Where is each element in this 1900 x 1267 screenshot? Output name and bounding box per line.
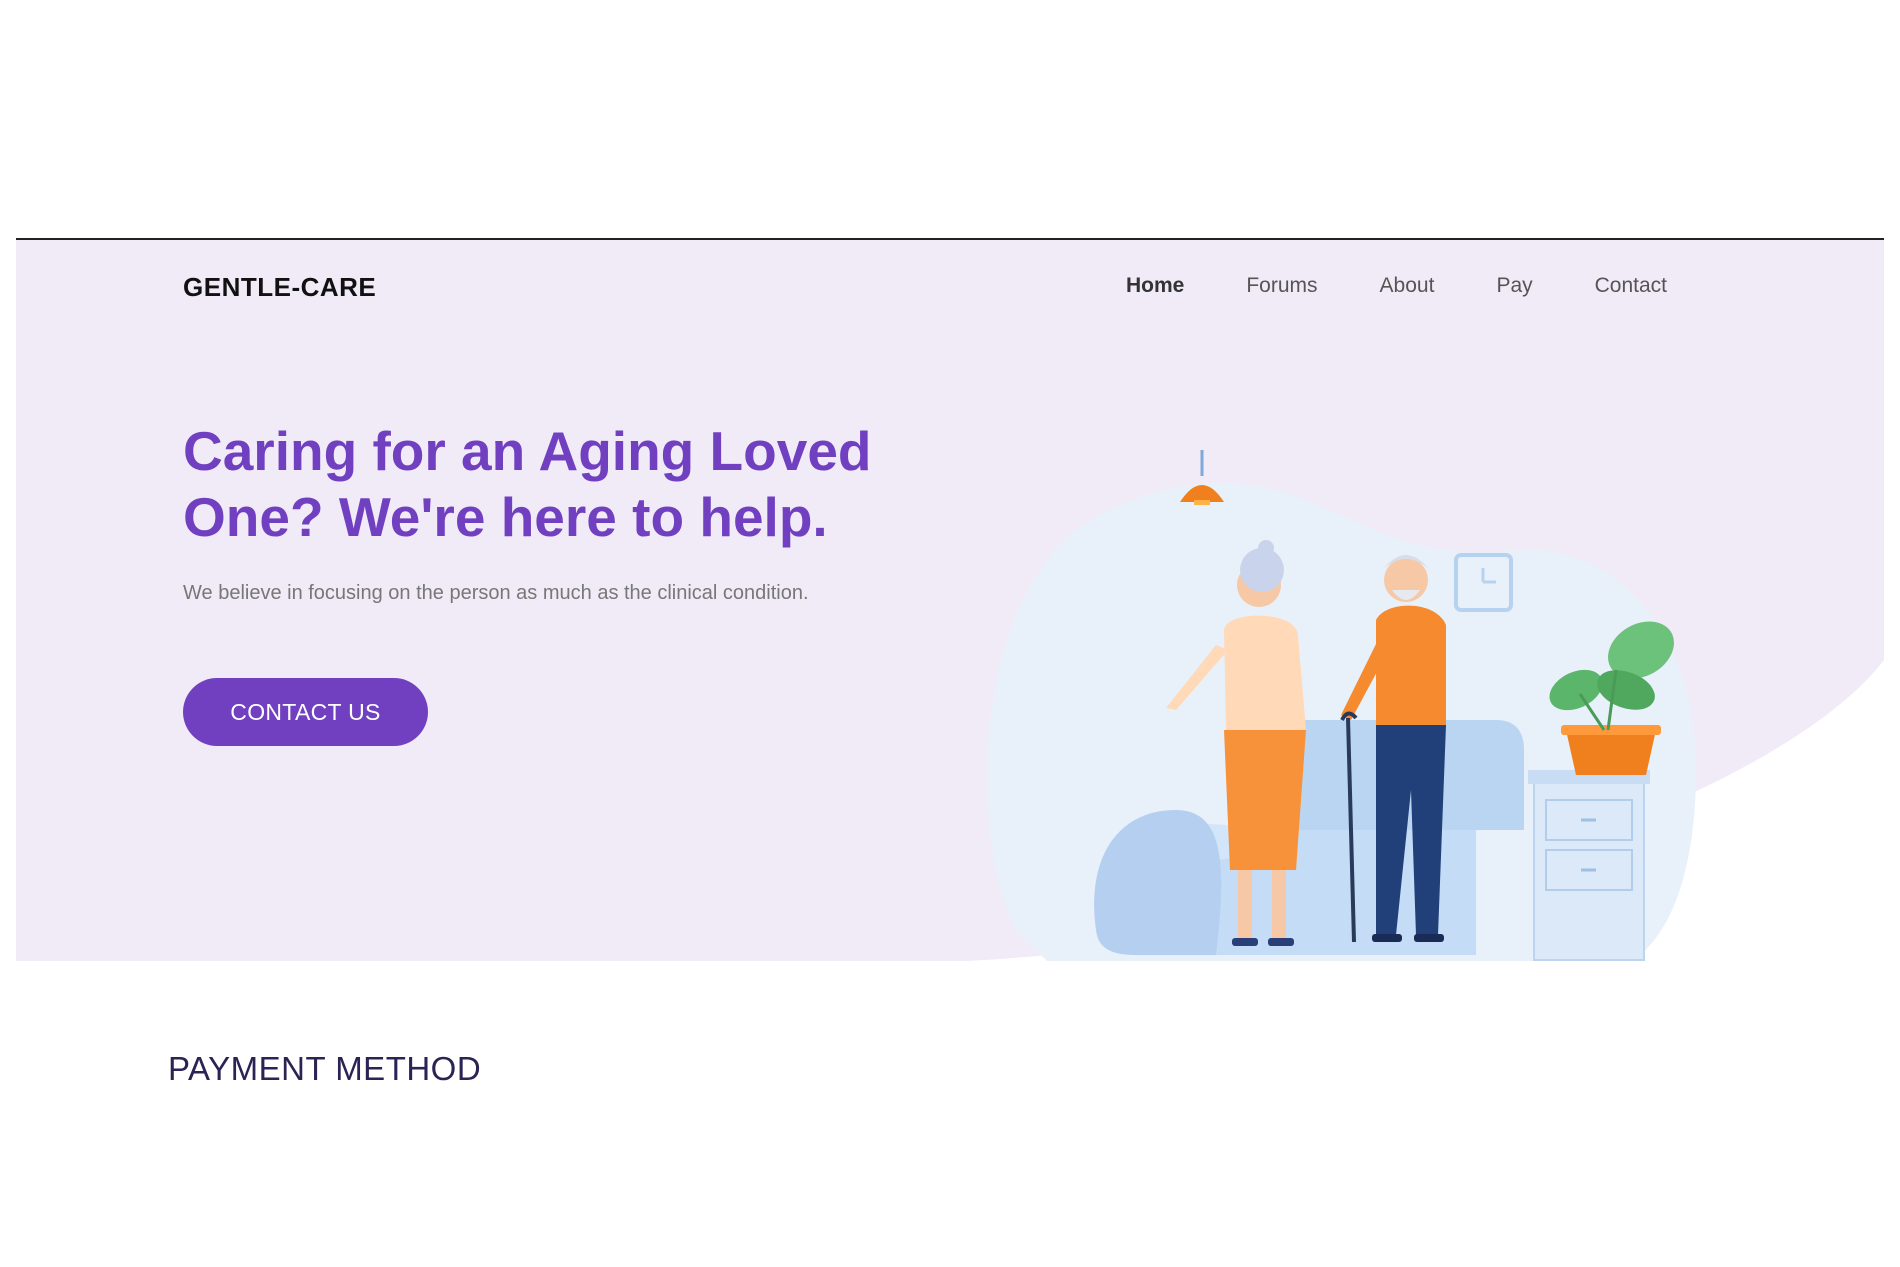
hero-headline: Caring for an Aging Loved One? We're her…	[183, 420, 872, 548]
nav-item-pay[interactable]: Pay	[1496, 274, 1532, 298]
nav-item-forums[interactable]: Forums	[1246, 274, 1317, 298]
page: GENTLE-CARE Home Forums About Pay Contac…	[0, 0, 1900, 1267]
hero-subtext: We believe in focusing on the person as …	[183, 582, 809, 604]
nav-item-contact[interactable]: Contact	[1595, 274, 1667, 298]
main-nav: Home Forums About Pay Contact	[1126, 274, 1729, 298]
nav-item-about[interactable]: About	[1380, 274, 1435, 298]
payment-method-title: PAYMENT METHOD	[168, 1050, 482, 1087]
hero-section: GENTLE-CARE Home Forums About Pay Contac…	[16, 238, 1884, 961]
nav-item-home[interactable]: Home	[1126, 274, 1184, 298]
brand-logo[interactable]: GENTLE-CARE	[183, 272, 376, 303]
contact-us-button[interactable]: CONTACT US	[183, 678, 428, 746]
elderly-couple-illustration-icon	[986, 450, 1696, 961]
